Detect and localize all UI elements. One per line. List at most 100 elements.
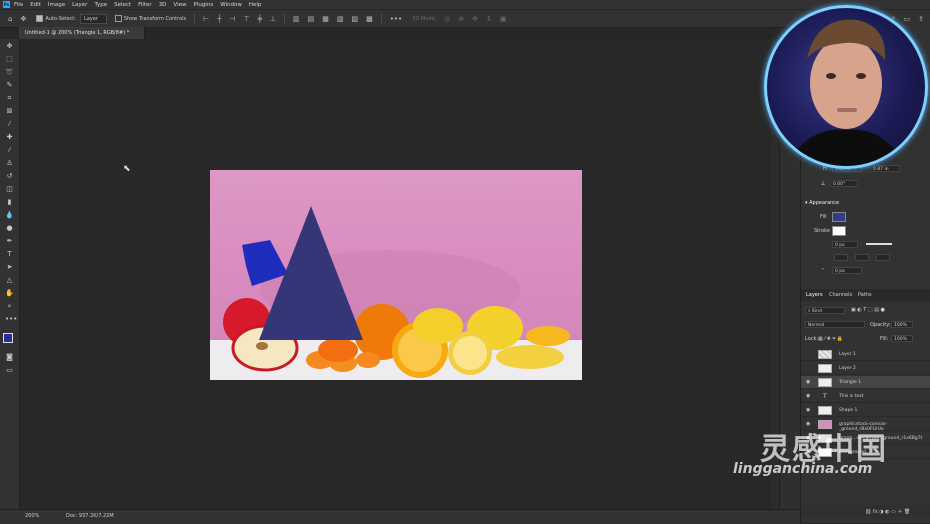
eye-icon[interactable]: ◉ [806, 379, 810, 385]
align-center-icon[interactable]: ┼ [217, 15, 221, 23]
stroke-size-input[interactable]: 0 px [832, 241, 858, 248]
layer-actions-icons[interactable]: ⛓ fx ◑ ◐ ▭ ＋ 🗑 [865, 508, 910, 515]
3d-pan-icon[interactable]: ✣ [472, 15, 478, 23]
distribute-icon[interactable]: ▦ [322, 15, 329, 23]
menu-window[interactable]: Window [220, 2, 242, 8]
type-tool-icon[interactable]: T [5, 250, 14, 259]
share-icon[interactable]: ⇪ [918, 15, 924, 23]
document-tab[interactable]: Untitled-1 @ 200% (Triangle 1, RGB/8#) * [19, 27, 145, 39]
fill-color-swatch[interactable] [832, 212, 846, 222]
height-input[interactable]: 0.87 in [870, 165, 900, 172]
fill-label: Fill [820, 214, 827, 220]
align-right-icon[interactable]: ⊣ [229, 15, 235, 23]
opacity-input[interactable]: 100% [891, 321, 913, 328]
home-icon[interactable]: ⌂ [8, 15, 12, 23]
move-tool-icon[interactable]: ✥ [20, 15, 26, 23]
menu-image[interactable]: Image [48, 2, 65, 8]
history-brush-tool-icon[interactable]: ↺ [5, 172, 14, 181]
align-middle-icon[interactable]: ╪ [258, 15, 262, 23]
menu-help[interactable]: Help [249, 2, 262, 8]
eye-icon[interactable]: ◉ [806, 393, 810, 399]
layer-filter-kind[interactable]: ⌕ Kind [805, 307, 845, 314]
distribute-icon[interactable]: ▨ [352, 15, 359, 23]
crop-tool-icon[interactable]: ⌗ [5, 94, 14, 103]
3d-rotate-icon[interactable]: ◎ [444, 15, 450, 23]
corner-radius-input[interactable]: 0 px [832, 267, 862, 274]
eye-icon[interactable]: ◉ [806, 407, 810, 413]
tab-channels[interactable]: Channels [829, 292, 852, 298]
menu-plugins[interactable]: Plugins [193, 2, 213, 8]
menu-layer[interactable]: Layer [72, 2, 87, 8]
3d-scale-icon[interactable]: ▣ [500, 15, 507, 23]
stroke-cap-dropdown[interactable] [855, 254, 869, 261]
height-label: H [823, 166, 827, 172]
stroke-color-swatch[interactable] [832, 226, 846, 236]
checkbox-icon[interactable] [36, 15, 44, 22]
auto-select-dropdown[interactable]: Layer [79, 13, 107, 24]
pen-tool-icon[interactable]: ✒ [5, 237, 14, 246]
quick-mask-icon[interactable]: ◙ [5, 353, 14, 362]
zoom-level[interactable]: 200% [25, 513, 39, 519]
menu-select[interactable]: Select [114, 2, 131, 8]
hand-tool-icon[interactable]: ✋ [5, 289, 14, 298]
tab-paths[interactable]: Paths [858, 292, 872, 298]
quick-select-tool-icon[interactable]: ✎ [5, 81, 14, 90]
shape-tool-icon[interactable]: △ [5, 276, 14, 285]
dodge-tool-icon[interactable]: ● [5, 224, 14, 233]
more-options-icon[interactable]: ••• [390, 15, 402, 23]
align-bottom-icon[interactable]: ⊥ [270, 15, 276, 23]
layer-row-selected[interactable]: ◉ Triangle 1 [801, 376, 930, 389]
menu-filter[interactable]: Filter [138, 2, 152, 8]
distribute-icon[interactable]: ▤ [308, 15, 315, 23]
blur-tool-icon[interactable]: 💧 [5, 211, 14, 220]
marquee-tool-icon[interactable]: ⬚ [5, 55, 14, 64]
workspace-icon[interactable]: ▭ [904, 15, 911, 23]
menu-view[interactable]: View [173, 2, 186, 8]
screen-mode-icon[interactable]: ▭ [5, 366, 14, 375]
checkbox-icon[interactable] [114, 15, 122, 22]
stamp-tool-icon[interactable]: ♙ [5, 159, 14, 168]
stroke-align-dropdown[interactable] [834, 254, 848, 261]
divider [380, 13, 382, 24]
distribute-icon[interactable]: ▥ [293, 15, 300, 23]
menu-edit[interactable]: Edit [30, 2, 41, 8]
brush-tool-icon[interactable]: ⁄ [5, 146, 14, 155]
foreground-color-swatch[interactable] [3, 333, 13, 343]
layer-row[interactable]: Layer 2 [801, 362, 930, 375]
layer-row[interactable]: ◉ T This is text [801, 390, 930, 403]
menu-3d[interactable]: 3D [159, 2, 167, 8]
stroke-type-line[interactable] [866, 243, 892, 245]
layer-row[interactable]: Layer 1 [801, 348, 930, 361]
stroke-corner-dropdown[interactable] [876, 254, 890, 261]
fill-input[interactable]: 100% [891, 335, 913, 342]
3d-slide-icon[interactable]: ⇕ [486, 15, 492, 23]
zoom-tool-icon[interactable]: ⌕ [5, 302, 14, 311]
auto-select-checkbox[interactable]: Auto-Select: [36, 15, 76, 22]
gradient-tool-icon[interactable]: ▮ [5, 198, 14, 207]
align-left-icon[interactable]: ⊢ [203, 15, 209, 23]
lasso-tool-icon[interactable]: ➰ [5, 68, 14, 77]
frame-tool-icon[interactable]: ⊠ [5, 107, 14, 116]
menu-file[interactable]: File [14, 2, 23, 8]
align-top-icon[interactable]: ⊤ [244, 15, 250, 23]
layer-row[interactable]: ◉ Shape 1 [801, 404, 930, 417]
document-canvas[interactable] [210, 170, 582, 380]
document-info[interactable]: Doc: 937.2K/7.22M [66, 513, 114, 519]
distribute-icon[interactable]: ▧ [337, 15, 344, 23]
menu-type[interactable]: Type [94, 2, 107, 8]
healing-brush-tool-icon[interactable]: ✚ [5, 133, 14, 142]
tab-layers[interactable]: Layers [806, 292, 823, 298]
eraser-tool-icon[interactable]: ◫ [5, 185, 14, 194]
3d-roll-icon[interactable]: ⊛ [458, 15, 464, 23]
transform-controls-checkbox[interactable]: Show Transform Controls [114, 15, 186, 22]
eyedropper-tool-icon[interactable]: ⁄ [5, 120, 14, 129]
filter-icons[interactable]: ▣ ◐ T ⬚ ▤ ● [851, 307, 885, 313]
move-tool-icon[interactable]: ✥ [5, 42, 14, 51]
lock-icons[interactable]: ▦ ⁄ ✥ ⌗ 🔒 [818, 336, 843, 342]
edit-toolbar-icon[interactable]: ••• [5, 315, 17, 324]
path-select-tool-icon[interactable]: ➤ [5, 263, 14, 272]
presenter-face [787, 19, 905, 166]
distribute-icon[interactable]: ▩ [366, 15, 373, 23]
blend-mode-dropdown[interactable]: Normal [805, 321, 865, 328]
angle-input[interactable]: 0.00° [830, 180, 858, 187]
